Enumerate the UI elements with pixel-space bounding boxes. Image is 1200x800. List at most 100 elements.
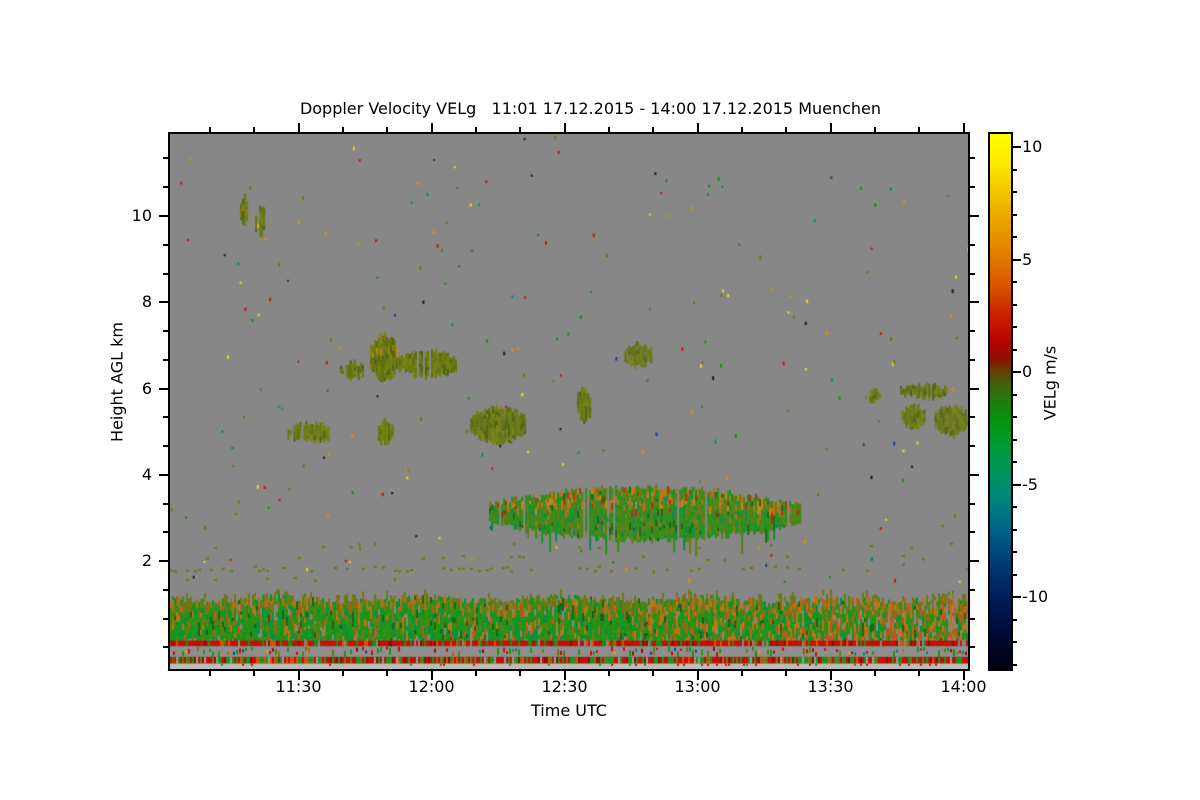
x-tick-label: 14:00 xyxy=(940,677,987,696)
heatmap-canvas xyxy=(170,134,968,669)
y-tick-right xyxy=(970,214,979,217)
y-tick-right xyxy=(970,157,975,160)
x-tick-top xyxy=(740,127,743,132)
y-tick-right xyxy=(970,387,979,390)
y-tick-right xyxy=(970,560,979,563)
colorbar-tick xyxy=(1013,573,1017,576)
y-tick xyxy=(163,445,168,448)
y-tick-label: 8 xyxy=(141,292,152,312)
y-tick xyxy=(163,588,168,591)
y-tick-right xyxy=(970,473,979,476)
colorbar-tick xyxy=(1013,596,1021,599)
colorbar-tick-label: 10 xyxy=(1022,137,1043,157)
y-tick xyxy=(159,387,168,390)
colorbar-tick xyxy=(1013,528,1017,531)
y-tick xyxy=(159,473,168,476)
y-tick xyxy=(163,416,168,419)
colorbar-gradient xyxy=(990,134,1011,669)
colorbar-tick xyxy=(1013,326,1017,329)
x-tick-label: 13:30 xyxy=(807,677,854,696)
y-tick-right xyxy=(970,416,975,419)
x-tick-top xyxy=(519,127,522,132)
x-tick-label: 12:00 xyxy=(408,677,455,696)
plot-area xyxy=(168,132,970,671)
y-tick-right xyxy=(970,445,975,448)
colorbar-tick xyxy=(1013,168,1017,171)
colorbar-tick xyxy=(1013,281,1017,284)
y-tick xyxy=(163,531,168,534)
colorbar-tick-label: -10 xyxy=(1022,587,1049,607)
colorbar-tick xyxy=(1013,641,1017,644)
y-tick-right xyxy=(970,330,975,333)
y-tick-right xyxy=(970,531,975,534)
y-tick xyxy=(163,646,168,649)
y-tick-label: 4 xyxy=(141,464,152,484)
x-tick-top xyxy=(563,123,566,132)
y-tick-right xyxy=(970,243,975,246)
y-tick xyxy=(163,157,168,160)
y-tick xyxy=(163,330,168,333)
colorbar-tick xyxy=(1013,213,1017,216)
x-tick-top xyxy=(785,127,788,132)
colorbar-tick xyxy=(1013,618,1017,621)
x-tick-top xyxy=(341,127,344,132)
y-tick-right xyxy=(970,358,975,361)
colorbar-tick xyxy=(1013,393,1017,396)
colorbar-tick-label: -5 xyxy=(1022,474,1038,494)
colorbar-tick xyxy=(1013,258,1021,261)
colorbar-tick xyxy=(1013,551,1017,554)
y-tick xyxy=(163,272,168,275)
colorbar-tick xyxy=(1013,348,1017,351)
x-tick xyxy=(208,671,211,676)
y-tick-right xyxy=(970,186,975,189)
x-tick-top xyxy=(607,127,610,132)
colorbar xyxy=(988,132,1013,671)
y-tick xyxy=(159,301,168,304)
x-tick-top xyxy=(962,123,965,132)
x-tick xyxy=(740,671,743,676)
x-tick xyxy=(386,671,389,676)
y-tick-label: 2 xyxy=(141,551,152,571)
x-tick xyxy=(652,671,655,676)
y-tick-label: 6 xyxy=(141,378,152,398)
x-tick-top xyxy=(652,127,655,132)
x-tick xyxy=(341,671,344,676)
colorbar-tick xyxy=(1013,191,1017,194)
x-tick-label: 11:30 xyxy=(275,677,322,696)
y-tick-right xyxy=(970,617,975,620)
x-tick-top xyxy=(829,123,832,132)
x-tick-label: 12:30 xyxy=(541,677,588,696)
colorbar-tick xyxy=(1013,416,1017,419)
x-tick-top xyxy=(386,127,389,132)
colorbar-tick xyxy=(1013,371,1021,374)
x-tick xyxy=(918,671,921,676)
colorbar-tick xyxy=(1013,236,1017,239)
x-tick-top xyxy=(696,123,699,132)
y-tick-right xyxy=(970,588,975,591)
y-tick-right xyxy=(970,646,975,649)
colorbar-tick xyxy=(1013,303,1017,306)
colorbar-tick-label: 0 xyxy=(1022,362,1033,382)
chart-title: Doppler Velocity VELg 11:01 17.12.2015 -… xyxy=(299,99,882,118)
y-tick-right xyxy=(970,502,975,505)
y-tick-right xyxy=(970,301,979,304)
x-tick-top xyxy=(474,127,477,132)
figure: Doppler Velocity VELg 11:01 17.12.2015 -… xyxy=(0,0,1200,800)
y-tick xyxy=(163,186,168,189)
x-tick xyxy=(253,671,256,676)
x-tick xyxy=(519,671,522,676)
y-tick xyxy=(163,358,168,361)
y-tick xyxy=(159,214,168,217)
x-tick-top xyxy=(253,127,256,132)
colorbar-tick xyxy=(1013,438,1017,441)
x-tick-top xyxy=(873,127,876,132)
x-tick-label: 13:00 xyxy=(674,677,721,696)
y-tick-label: 10 xyxy=(131,205,152,225)
colorbar-tick xyxy=(1013,461,1017,464)
colorbar-tick xyxy=(1013,146,1021,149)
x-tick xyxy=(785,671,788,676)
x-tick xyxy=(873,671,876,676)
y-tick xyxy=(159,560,168,563)
x-tick xyxy=(474,671,477,676)
y-tick xyxy=(163,617,168,620)
